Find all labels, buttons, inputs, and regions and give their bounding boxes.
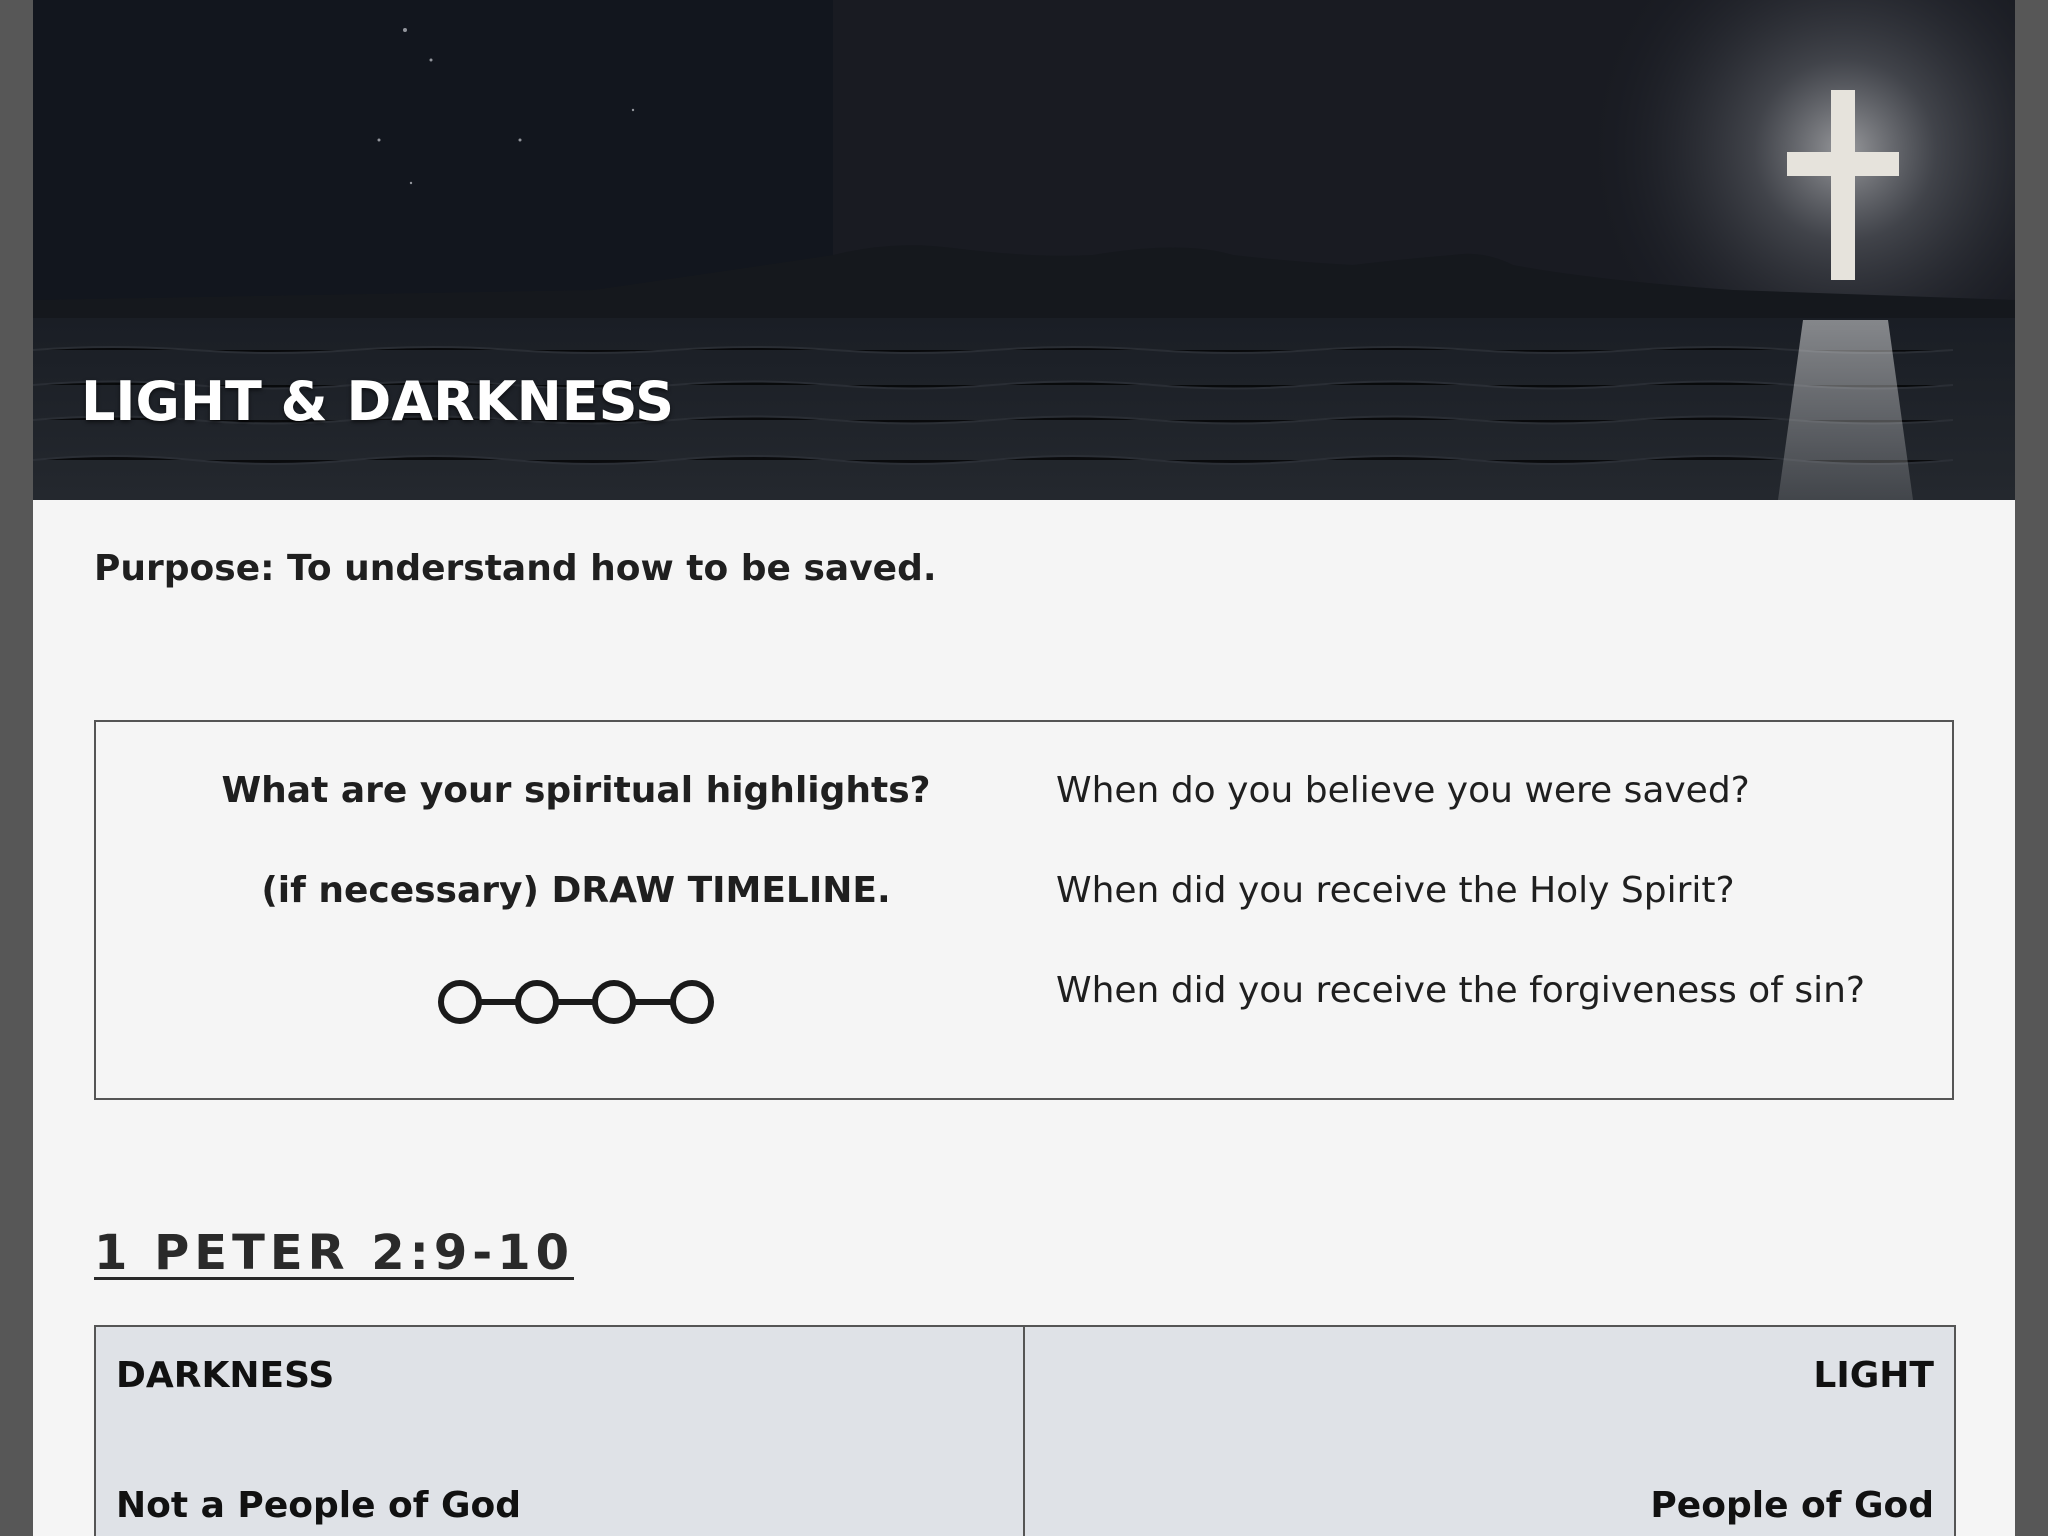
question-saved: When do you believe you were saved? — [1056, 770, 1750, 811]
scripture-reference: 1 PETER 2:9-10 — [94, 1225, 574, 1281]
light-row-1: People of God — [1650, 1485, 1934, 1526]
darkness-row-1: Not a People of God — [116, 1485, 521, 1526]
comparison-table: DARKNESS Not a People of God LIGHT Peopl… — [94, 1325, 1956, 1536]
page-title: LIGHT & DARKNESS — [81, 370, 675, 433]
reflection-box: What are your spiritual highlights? (if … — [94, 720, 1954, 1100]
document-page: LIGHT & DARKNESS Purpose: To understand … — [33, 0, 2015, 1536]
darkness-column: DARKNESS Not a People of God — [96, 1327, 1025, 1536]
highlights-heading: What are your spiritual highlights? — [221, 770, 931, 811]
hero-banner: LIGHT & DARKNESS — [33, 0, 2015, 500]
light-header: LIGHT — [1813, 1355, 1934, 1396]
question-forgiveness: When did you receive the forgiveness of … — [1056, 970, 1865, 1011]
question-holy-spirit: When did you receive the Holy Spirit? — [1056, 870, 1735, 911]
darkness-header: DARKNESS — [116, 1355, 335, 1396]
light-column: LIGHT People of God — [1025, 1327, 1954, 1536]
timeline-instruction: (if necessary) DRAW TIMELINE. — [261, 870, 891, 911]
timeline-icon — [438, 980, 714, 1024]
purpose-statement: Purpose: To understand how to be saved. — [94, 548, 937, 589]
